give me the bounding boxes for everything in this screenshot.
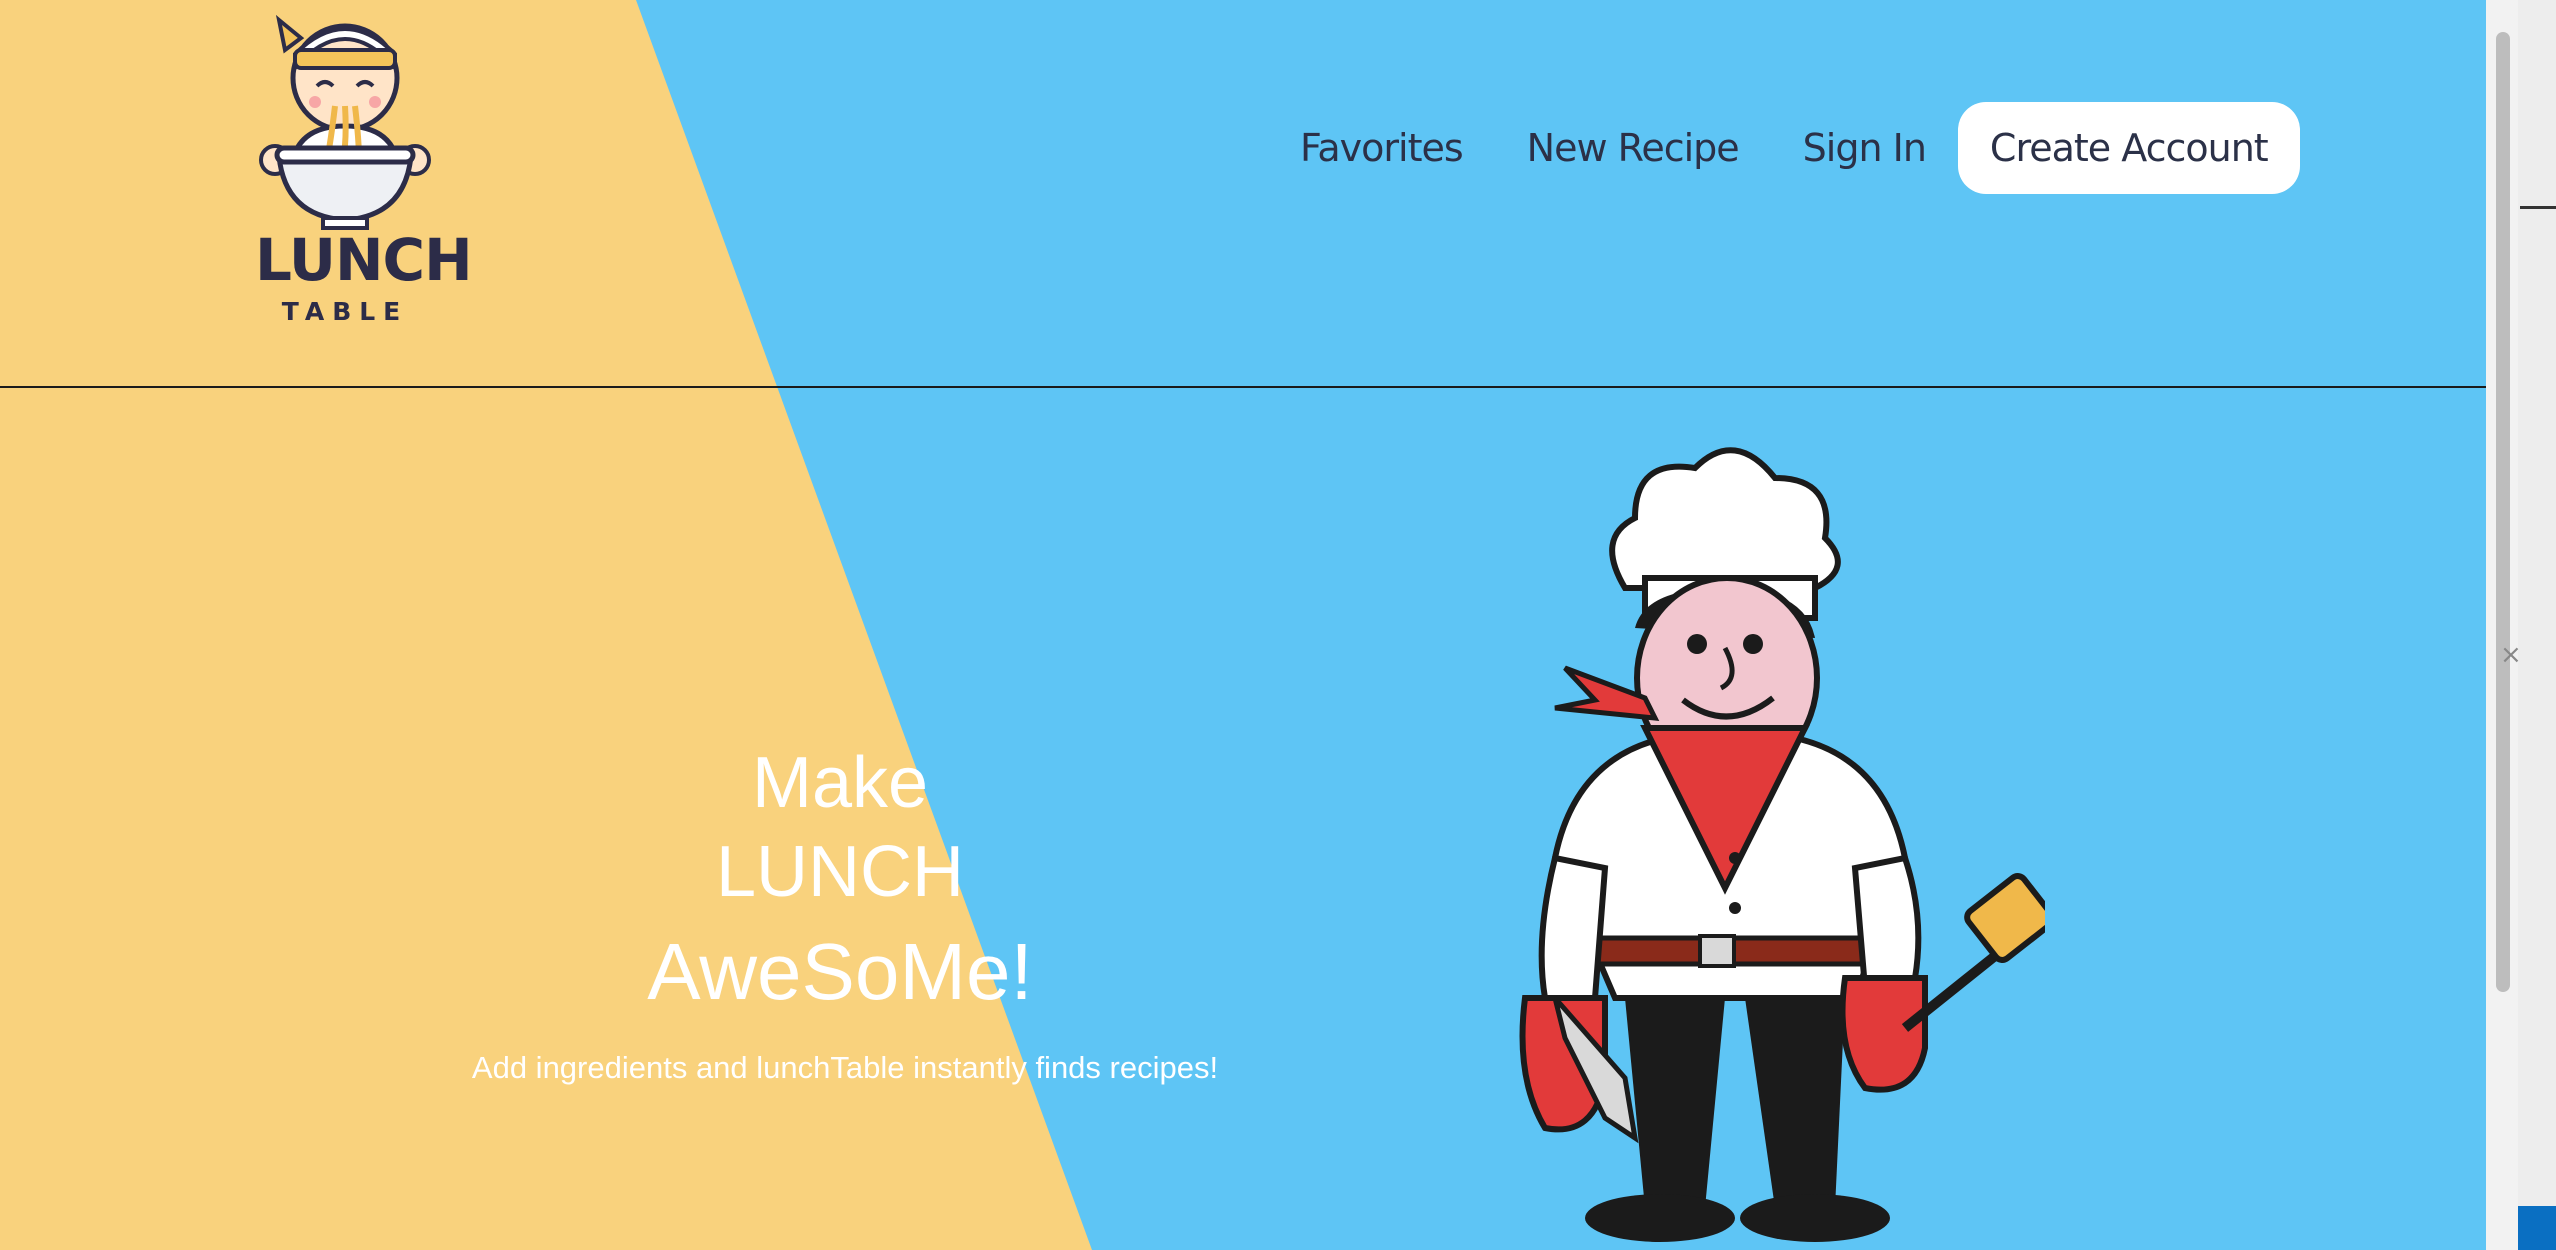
nav-sign-in-link[interactable]: Sign In bbox=[1803, 126, 1927, 170]
create-account-button[interactable]: Create Account bbox=[1957, 102, 2300, 194]
panel-edge-marker bbox=[2520, 206, 2556, 209]
page: LUNCH TABLE Favorites New Recipe Sign In… bbox=[0, 0, 2486, 1250]
lunch-table-logo-icon bbox=[259, 14, 431, 230]
hero-title-line-3: AweSoMe! bbox=[647, 927, 1033, 1016]
chef-illustration bbox=[1519, 447, 2045, 1242]
logo[interactable]: LUNCH TABLE bbox=[255, 10, 473, 326]
main-nav: Favorites New Recipe Sign In Create Acco… bbox=[1300, 102, 2300, 194]
hero-title-line-1: Make bbox=[751, 743, 929, 823]
nav-favorites-link[interactable]: Favorites bbox=[1300, 126, 1464, 170]
taskbar-corner bbox=[2518, 1206, 2556, 1250]
scrollbar-thumb[interactable] bbox=[2496, 32, 2510, 992]
header-divider bbox=[0, 386, 2486, 388]
close-icon[interactable]: × bbox=[2500, 640, 2522, 670]
nav-new-recipe-link[interactable]: New Recipe bbox=[1527, 126, 1740, 170]
hero-title-line-2: LUNCH bbox=[715, 832, 965, 912]
logo-wordmark: LUNCH bbox=[255, 226, 473, 294]
logo-subtitle: TABLE bbox=[281, 297, 409, 326]
hero-subtitle: Add ingredients and lunchTable instantly… bbox=[471, 1050, 1219, 1085]
hero-title: Make LUNCH AweSoMe! bbox=[640, 740, 1040, 1026]
